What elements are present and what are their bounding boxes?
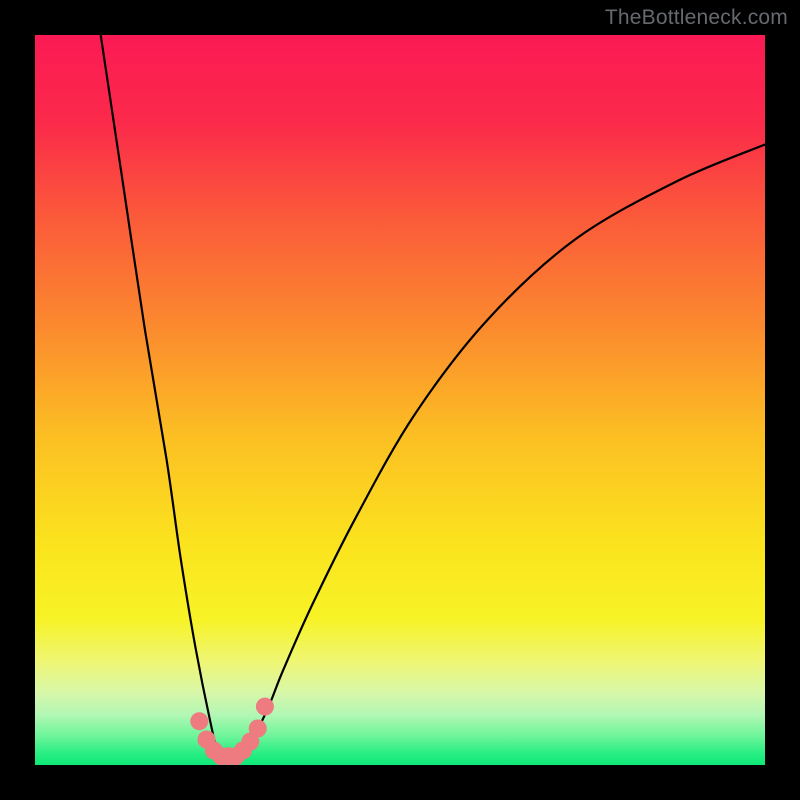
- curve-layer: [35, 35, 765, 765]
- marker-dot: [190, 712, 208, 730]
- near-minimum-markers: [190, 698, 274, 765]
- plot-area: [35, 35, 765, 765]
- bottleneck-curve: [101, 35, 765, 759]
- marker-dot: [256, 698, 274, 716]
- marker-dot: [249, 720, 267, 738]
- watermark-label: TheBottleneck.com: [605, 6, 788, 30]
- chart-frame: TheBottleneck.com: [0, 0, 800, 800]
